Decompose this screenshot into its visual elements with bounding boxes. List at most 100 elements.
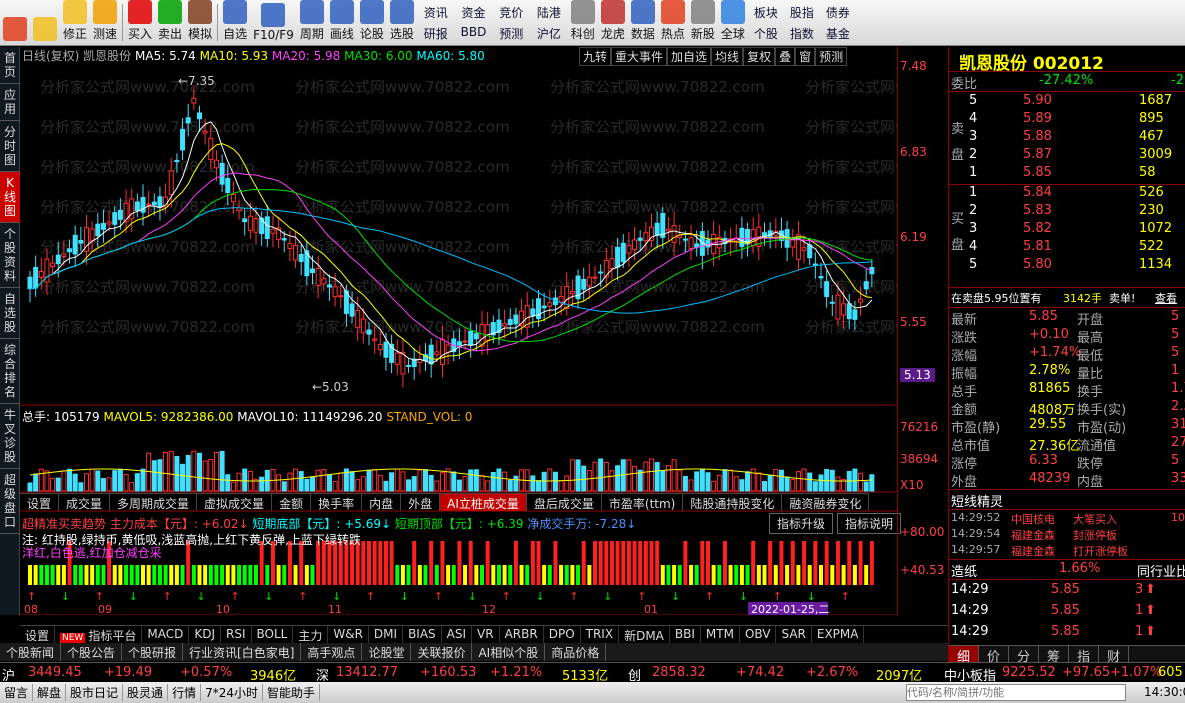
indicator-tab[interactable]: 换手率: [311, 494, 363, 511]
indicator-tab[interactable]: DMI: [369, 626, 404, 643]
论股-button[interactable]: 论股: [357, 0, 387, 45]
sidebar-tab[interactable]: 综合排名: [0, 339, 20, 404]
indicator-tab[interactable]: 市盈率(ttm): [602, 494, 684, 511]
周期-button[interactable]: 周期: [297, 0, 327, 45]
indicator-tab[interactable]: 多周期成交量: [110, 494, 198, 511]
market-button[interactable]: 基金: [820, 23, 856, 44]
status-button[interactable]: 7*24小时: [201, 684, 263, 701]
market-button[interactable]: 板块: [748, 2, 784, 23]
info-tab[interactable]: 论股堂: [362, 643, 412, 661]
indicator-tab[interactable]: 内盘: [362, 494, 402, 511]
kline-tool-button[interactable]: 九转: [579, 47, 612, 66]
info-tab[interactable]: 个股研报: [122, 643, 184, 661]
info-tab[interactable]: 关联报价: [411, 643, 473, 661]
info-tab[interactable]: 商品价格: [545, 643, 607, 661]
kline-tool-button[interactable]: 叠: [775, 47, 796, 66]
status-button[interactable]: 留言: [0, 684, 34, 701]
toolbar-button[interactable]: [0, 0, 30, 45]
status-button[interactable]: 股灵通: [123, 684, 169, 701]
toolbar-button[interactable]: [30, 0, 60, 45]
info-tab[interactable]: 个股公告: [61, 643, 123, 661]
kline-tool-button[interactable]: 预测: [815, 47, 848, 66]
indicator-tab[interactable]: BIAS: [403, 626, 442, 643]
indicator-tab[interactable]: DPO: [544, 626, 581, 643]
kline-tool-button[interactable]: 复权: [743, 47, 776, 66]
indicator-tab[interactable]: RSI: [221, 626, 252, 643]
卖出-button[interactable]: 卖出: [155, 0, 185, 45]
status-button[interactable]: 股市日记: [66, 684, 124, 701]
market-button[interactable]: 个股: [748, 23, 784, 44]
indicator-tab[interactable]: KDJ: [189, 626, 221, 643]
indicator-tab[interactable]: 设置: [20, 494, 60, 511]
sidebar-tab[interactable]: 超级盘口: [0, 469, 20, 534]
detail-tab[interactable]: 指: [1069, 646, 1100, 665]
indicator-tab[interactable]: TRIX: [581, 626, 620, 643]
info-tab[interactable]: 高手观点: [301, 643, 363, 661]
indicator-tab[interactable]: 新DMA: [619, 626, 670, 643]
detail-tab[interactable]: 分: [1009, 646, 1040, 665]
sidebar-tab[interactable]: K线图: [0, 172, 20, 223]
模拟-button[interactable]: 模拟: [185, 0, 215, 45]
F10/F9-button[interactable]: F10/F9: [250, 0, 297, 45]
买入-button[interactable]: 买入: [125, 0, 155, 45]
grid-button[interactable]: 预测: [492, 23, 530, 44]
grid-button[interactable]: 沪亿: [530, 23, 568, 44]
status-button[interactable]: 行情: [168, 684, 202, 701]
sidebar-tab[interactable]: 牛叉诊股: [0, 404, 20, 469]
数据-button[interactable]: 数据: [628, 0, 658, 45]
选股-button[interactable]: 选股: [387, 0, 417, 45]
grid-button[interactable]: 资讯: [417, 2, 455, 23]
indicator-tab[interactable]: BOLL: [252, 626, 294, 643]
indicator-tab[interactable]: EXPMA: [812, 626, 865, 643]
status-button[interactable]: 智能助手: [263, 684, 320, 701]
热点-button[interactable]: 热点: [658, 0, 688, 45]
indicator-tab[interactable]: ARBR: [500, 626, 544, 643]
kline-tool-button[interactable]: 均线: [711, 47, 744, 66]
market-button[interactable]: 指数: [784, 23, 820, 44]
grid-button[interactable]: 研报: [417, 23, 455, 44]
indicator-tab[interactable]: 外盘: [401, 494, 441, 511]
indicator-tab[interactable]: VR: [472, 626, 500, 643]
indicator-tab[interactable]: W&R: [328, 626, 369, 643]
info-tab[interactable]: 个股新闻: [0, 643, 62, 661]
grid-button[interactable]: BBD: [455, 23, 493, 44]
kline-tool-button[interactable]: 加自选: [667, 47, 712, 66]
indicator-tab[interactable]: 融资融券变化: [782, 494, 870, 511]
新股-button[interactable]: 新股: [688, 0, 718, 45]
sidebar-tab[interactable]: 自选股: [0, 288, 20, 339]
indicator-tab[interactable]: 虚拟成交量: [197, 494, 273, 511]
indicator-tab[interactable]: 设置: [20, 626, 56, 643]
测速-button[interactable]: 测速: [90, 0, 120, 45]
detail-tab[interactable]: 细: [949, 646, 980, 665]
grid-button[interactable]: 陆港: [530, 2, 568, 23]
indicator-tab[interactable]: NEW 指标平台: [55, 626, 143, 643]
indicator-tab[interactable]: BBI: [670, 626, 701, 643]
indicator-tab[interactable]: MACD: [142, 626, 190, 643]
indicator-tab[interactable]: 主力: [293, 626, 329, 643]
indicator-tab[interactable]: MTM: [701, 626, 740, 643]
indicator-tab[interactable]: 陆股通持股变化: [683, 494, 783, 511]
search-input[interactable]: [906, 684, 1126, 701]
indicator-tab[interactable]: OBV: [740, 626, 777, 643]
修正-button[interactable]: 修正: [60, 0, 90, 45]
info-tab[interactable]: AI相似个股: [472, 643, 546, 661]
自选-button[interactable]: 自选: [220, 0, 250, 45]
indicator-tab[interactable]: 金额: [272, 494, 312, 511]
kline-tool-button[interactable]: 窗: [795, 47, 816, 66]
画线-button[interactable]: 画线: [327, 0, 357, 45]
sidebar-tab[interactable]: 个股资料: [0, 223, 20, 288]
detail-tab[interactable]: 价: [979, 646, 1010, 665]
detail-tab[interactable]: 筹: [1039, 646, 1070, 665]
indicator-tab[interactable]: AI立桩成交量: [440, 494, 527, 511]
龙虎-button[interactable]: 龙虎: [598, 0, 628, 45]
info-tab[interactable]: 行业资讯[白色家电]: [183, 643, 302, 661]
indicator-tab[interactable]: 盘后成交量: [527, 494, 602, 511]
sidebar-tab[interactable]: 分时图: [0, 121, 20, 172]
sidebar-tab[interactable]: 首页: [0, 47, 20, 84]
market-button[interactable]: 股指: [784, 2, 820, 23]
status-button[interactable]: 解盘: [33, 684, 67, 701]
detail-tab[interactable]: 财: [1099, 646, 1130, 665]
indicator-tab[interactable]: 成交量: [59, 494, 111, 511]
grid-button[interactable]: 资金: [455, 2, 493, 23]
kline-tool-button[interactable]: 重大事件: [611, 47, 668, 66]
